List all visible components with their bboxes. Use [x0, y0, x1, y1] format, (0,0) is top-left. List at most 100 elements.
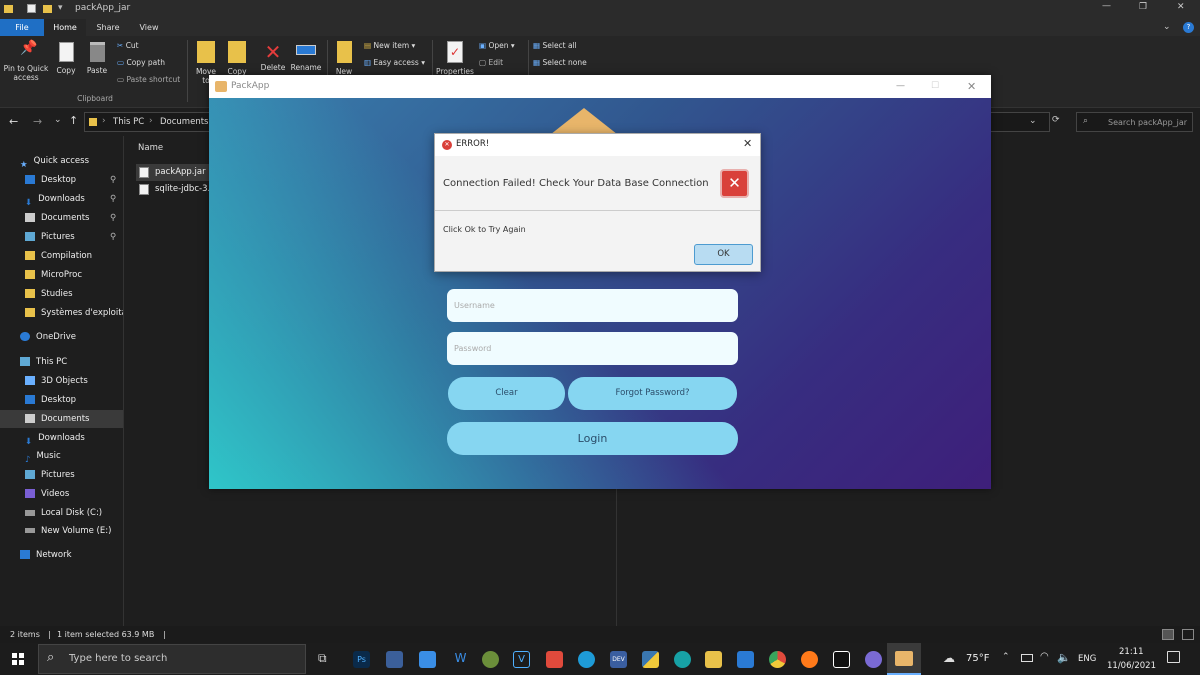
packapp-taskbar-button[interactable]: [887, 643, 921, 675]
close-button[interactable]: ✕: [1177, 2, 1185, 12]
copy-path-button[interactable]: ▭ Copy path: [117, 58, 165, 67]
battery-icon[interactable]: [1021, 654, 1033, 662]
nav-microproc[interactable]: MicroProc: [0, 266, 123, 284]
nav-network[interactable]: Network: [0, 546, 123, 564]
file-row[interactable]: sqlite-jdbc-3.: [136, 181, 210, 198]
tab-view[interactable]: View: [130, 19, 168, 36]
password-input[interactable]: Password: [447, 332, 738, 365]
weather-temp[interactable]: 75°F: [966, 653, 989, 664]
nav-new-volume[interactable]: New Volume (E:): [0, 522, 123, 540]
eclipse-icon[interactable]: [865, 651, 882, 668]
copy-button[interactable]: Copy: [52, 42, 80, 75]
nav-videos[interactable]: Videos: [0, 485, 123, 503]
firefox-icon[interactable]: [801, 651, 818, 668]
search-box[interactable]: ⌕ Search packApp_jar: [1076, 112, 1193, 132]
forgot-password-button[interactable]: Forgot Password?: [568, 377, 737, 410]
task-view-icon[interactable]: ⧉: [318, 651, 327, 666]
easy-access-button[interactable]: ▥ Easy access ▾: [364, 58, 425, 67]
file-explorer-icon[interactable]: [705, 651, 722, 668]
dialog-close-button[interactable]: ✕: [743, 137, 752, 150]
tab-home[interactable]: Home: [44, 19, 86, 36]
nav-3d-objects[interactable]: 3D Objects: [0, 372, 123, 390]
nav-pc-desktop[interactable]: Desktop: [0, 391, 123, 409]
details-view-icon[interactable]: [1162, 629, 1174, 640]
select-all-button[interactable]: ▦ Select all: [533, 41, 577, 50]
snipping-tool-icon[interactable]: [386, 651, 403, 668]
tray-chevron-icon[interactable]: ⌃: [1002, 652, 1010, 662]
breadcrumb-documents[interactable]: Documents: [160, 117, 208, 127]
minimize-button[interactable]: —: [1102, 1, 1111, 11]
dev-cpp-icon[interactable]: DEV: [610, 651, 627, 668]
cut-button[interactable]: ✂ Cut: [117, 41, 139, 50]
windows-start-icon[interactable]: [12, 653, 24, 665]
arduino-icon[interactable]: [674, 651, 691, 668]
notification-icon[interactable]: [1167, 651, 1180, 663]
edit-button[interactable]: ▢ Edit: [479, 58, 503, 67]
select-none-button[interactable]: ▦ Select none: [533, 58, 587, 67]
clock-time[interactable]: 21:11: [1119, 647, 1144, 657]
new-folder-button[interactable]: New: [332, 41, 356, 76]
checkmark-icon[interactable]: [27, 4, 36, 13]
pin-button[interactable]: 📌 Pin to Quick access: [2, 41, 50, 82]
maximize-button[interactable]: ☐: [931, 75, 939, 98]
mail-icon[interactable]: [419, 651, 436, 668]
open-button[interactable]: ▣ Open ▾: [479, 41, 515, 50]
nav-local-disk[interactable]: Local Disk (C:): [0, 504, 123, 522]
paste-button[interactable]: Paste: [82, 42, 112, 75]
nav-desktop[interactable]: Desktop ⚲: [0, 171, 123, 189]
tab-file[interactable]: File: [0, 19, 44, 36]
nav-compilation[interactable]: Compilation: [0, 247, 123, 265]
nav-quick-access[interactable]: ★ Quick access: [0, 152, 123, 170]
vscode-icon[interactable]: [737, 651, 754, 668]
nav-music[interactable]: ♪ Music: [0, 447, 123, 465]
nav-studies[interactable]: Studies: [0, 285, 123, 303]
folder-quick-icon[interactable]: [43, 5, 52, 13]
close-button[interactable]: ✕: [967, 75, 976, 98]
maximize-button[interactable]: ❐: [1139, 2, 1147, 12]
nav-systemes[interactable]: Systèmes d'exploita: [0, 304, 123, 322]
breadcrumb-this-pc[interactable]: This PC: [113, 117, 144, 127]
nav-pc-pictures[interactable]: Pictures: [0, 466, 123, 484]
python-icon[interactable]: [642, 651, 659, 668]
codeblocks-icon[interactable]: [546, 651, 563, 668]
nav-pc-documents[interactable]: Documents: [0, 410, 123, 428]
edge-icon[interactable]: [578, 651, 595, 668]
rename-button[interactable]: Rename: [289, 41, 323, 72]
column-header-name[interactable]: Name: [138, 143, 163, 153]
nav-divider[interactable]: [123, 136, 124, 626]
up-arrow-icon[interactable]: ↑: [69, 114, 78, 127]
nav-downloads[interactable]: ⬇ Downloads ⚲: [0, 190, 123, 208]
photoshop-icon[interactable]: Ps: [353, 651, 370, 668]
git-icon[interactable]: [482, 651, 499, 668]
volume-icon[interactable]: 🔈: [1057, 651, 1071, 664]
clear-button[interactable]: Clear: [448, 377, 565, 410]
nav-pc-downloads[interactable]: ⬇ Downloads: [0, 429, 123, 447]
minimize-button[interactable]: —: [896, 75, 905, 98]
nav-this-pc[interactable]: This PC: [0, 353, 123, 371]
delete-button[interactable]: ✕ Delete: [259, 41, 287, 72]
nav-documents[interactable]: Documents ⚲: [0, 209, 123, 227]
properties-button[interactable]: ✓ Properties: [435, 41, 475, 76]
ribbon-expand-icon[interactable]: ⌄: [1163, 22, 1171, 32]
back-arrow-icon[interactable]: ←: [9, 115, 18, 128]
vivado-icon[interactable]: V: [513, 651, 530, 668]
language-indicator[interactable]: ENG: [1078, 654, 1096, 664]
dropdown-arrow-icon[interactable]: ▾: [58, 3, 63, 13]
nav-pictures[interactable]: Pictures ⚲: [0, 228, 123, 246]
intellij-icon[interactable]: [833, 651, 850, 668]
clock-date[interactable]: 11/06/2021: [1107, 661, 1156, 671]
wave-app-icon[interactable]: W: [452, 651, 469, 668]
refresh-icon[interactable]: ⟳: [1052, 115, 1060, 125]
paste-shortcut-button[interactable]: ▭ Paste shortcut: [117, 75, 180, 84]
new-item-button[interactable]: ▤ New item ▾: [364, 41, 415, 50]
ok-button[interactable]: OK: [694, 244, 753, 265]
taskbar-search-box[interactable]: ⌕ Type here to search: [38, 644, 306, 674]
forward-arrow-icon[interactable]: →: [33, 115, 42, 128]
wifi-icon[interactable]: ◠: [1040, 651, 1049, 662]
login-button[interactable]: Login: [447, 422, 738, 455]
tiles-view-icon[interactable]: [1182, 629, 1194, 640]
recent-locations-icon[interactable]: ⌄: [54, 115, 62, 125]
chrome-icon[interactable]: [769, 651, 786, 668]
tab-share[interactable]: Share: [86, 19, 130, 36]
nav-onedrive[interactable]: OneDrive: [0, 328, 123, 346]
